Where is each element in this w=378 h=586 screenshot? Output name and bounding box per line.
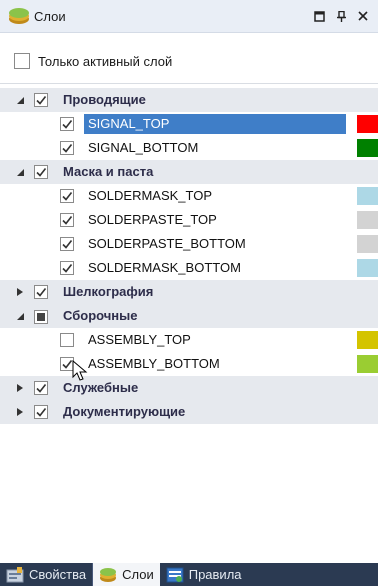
layer-visibility-checkbox[interactable] bbox=[60, 141, 74, 155]
layers-icon bbox=[8, 7, 30, 25]
group-label: Сборочные bbox=[63, 308, 138, 323]
only-active-layer-checkbox[interactable] bbox=[14, 53, 30, 69]
layer-color-swatch[interactable] bbox=[357, 115, 378, 133]
mouse-cursor-icon bbox=[72, 359, 88, 385]
layer-row[interactable]: ASSEMBLY_BOTTOM bbox=[0, 352, 378, 376]
layer-row[interactable]: SOLDERPASTE_BOTTOM bbox=[0, 232, 378, 256]
restore-icon[interactable] bbox=[308, 5, 330, 27]
layer-visibility-checkbox[interactable] bbox=[60, 261, 74, 275]
bottom-tab-strip: Свойства Слои Правила bbox=[0, 563, 378, 586]
group-label: Документирующие bbox=[63, 404, 186, 419]
group-checkbox[interactable] bbox=[34, 310, 48, 324]
layer-row[interactable]: SIGNAL_BOTTOM bbox=[0, 136, 378, 160]
layer-visibility-checkbox[interactable] bbox=[60, 237, 74, 251]
layer-color-swatch[interactable] bbox=[357, 259, 378, 277]
layer-name: SOLDERPASTE_TOP bbox=[88, 212, 217, 227]
layer-name: SIGNAL_BOTTOM bbox=[88, 140, 199, 155]
collapsed-triangle-icon[interactable] bbox=[14, 280, 26, 304]
layer-name: SOLDERPASTE_BOTTOM bbox=[88, 236, 246, 251]
tab-properties[interactable]: Свойства bbox=[0, 563, 94, 586]
divider bbox=[0, 83, 378, 84]
properties-icon bbox=[6, 566, 24, 583]
group-label: Шелкография bbox=[63, 284, 154, 299]
layers-icon bbox=[99, 567, 117, 583]
layer-color-swatch[interactable] bbox=[357, 355, 378, 373]
layer-group-row[interactable]: Служебные bbox=[0, 376, 378, 400]
layer-color-swatch[interactable] bbox=[357, 331, 378, 349]
tab-layers[interactable]: Слои bbox=[93, 563, 160, 586]
layer-group-row[interactable]: Документирующие bbox=[0, 400, 378, 424]
collapsed-triangle-icon[interactable] bbox=[14, 376, 26, 400]
layer-group-row[interactable]: Сборочные bbox=[0, 304, 378, 328]
tab-label: Свойства bbox=[29, 567, 87, 582]
layer-visibility-checkbox[interactable] bbox=[60, 333, 74, 347]
close-icon[interactable] bbox=[352, 5, 374, 27]
pin-icon[interactable] bbox=[330, 5, 352, 27]
layer-group-row[interactable]: Маска и паста bbox=[0, 160, 378, 184]
panel-title-bar: Слои bbox=[0, 0, 378, 33]
layer-row[interactable]: ASSEMBLY_TOP bbox=[0, 328, 378, 352]
expanded-triangle-icon[interactable] bbox=[14, 304, 26, 328]
group-checkbox[interactable] bbox=[34, 381, 48, 395]
layer-color-swatch[interactable] bbox=[357, 235, 378, 253]
group-checkbox[interactable] bbox=[34, 285, 48, 299]
layers-panel: Слои Только активный слой Проводящие SIGN… bbox=[0, 0, 378, 586]
layer-color-swatch[interactable] bbox=[357, 139, 378, 157]
group-label: Проводящие bbox=[63, 92, 146, 107]
collapsed-triangle-icon[interactable] bbox=[14, 400, 26, 424]
layer-row[interactable]: SOLDERMASK_TOP bbox=[0, 184, 378, 208]
only-active-layer-label: Только активный слой bbox=[38, 53, 173, 69]
panel-title: Слои bbox=[34, 8, 66, 24]
layer-name: SOLDERMASK_TOP bbox=[88, 188, 213, 203]
tab-label: Слои bbox=[122, 567, 154, 582]
layer-name: ASSEMBLY_TOP bbox=[88, 332, 191, 347]
tab-rules[interactable]: Правила bbox=[160, 563, 248, 586]
layer-row[interactable]: SOLDERPASTE_TOP bbox=[0, 208, 378, 232]
group-checkbox[interactable] bbox=[34, 165, 48, 179]
expanded-triangle-icon[interactable] bbox=[14, 88, 26, 112]
layer-row[interactable]: SOLDERMASK_BOTTOM bbox=[0, 256, 378, 280]
only-active-layer-option[interactable]: Только активный слой bbox=[14, 51, 172, 71]
layer-visibility-checkbox[interactable] bbox=[60, 189, 74, 203]
layer-name: SIGNAL_TOP bbox=[84, 114, 346, 134]
layer-row[interactable]: SIGNAL_TOP bbox=[0, 112, 378, 136]
group-checkbox[interactable] bbox=[34, 405, 48, 419]
tab-label: Правила bbox=[188, 567, 242, 582]
layer-name: SOLDERMASK_BOTTOM bbox=[88, 260, 241, 275]
layer-name: ASSEMBLY_BOTTOM bbox=[88, 356, 220, 371]
layer-visibility-checkbox[interactable] bbox=[60, 117, 74, 131]
layer-visibility-checkbox[interactable] bbox=[60, 213, 74, 227]
layer-color-swatch[interactable] bbox=[357, 187, 378, 205]
expanded-triangle-icon[interactable] bbox=[14, 160, 26, 184]
layer-group-row[interactable]: Проводящие bbox=[0, 88, 378, 112]
layer-color-swatch[interactable] bbox=[357, 211, 378, 229]
group-checkbox[interactable] bbox=[34, 93, 48, 107]
layer-group-row[interactable]: Шелкография bbox=[0, 280, 378, 304]
title-buttons bbox=[308, 0, 374, 32]
layer-tree: Проводящие SIGNAL_TOP SIGNAL_BOTTOM Маска и… bbox=[0, 88, 378, 424]
group-label: Маска и паста bbox=[63, 164, 154, 179]
rules-icon bbox=[166, 567, 184, 583]
